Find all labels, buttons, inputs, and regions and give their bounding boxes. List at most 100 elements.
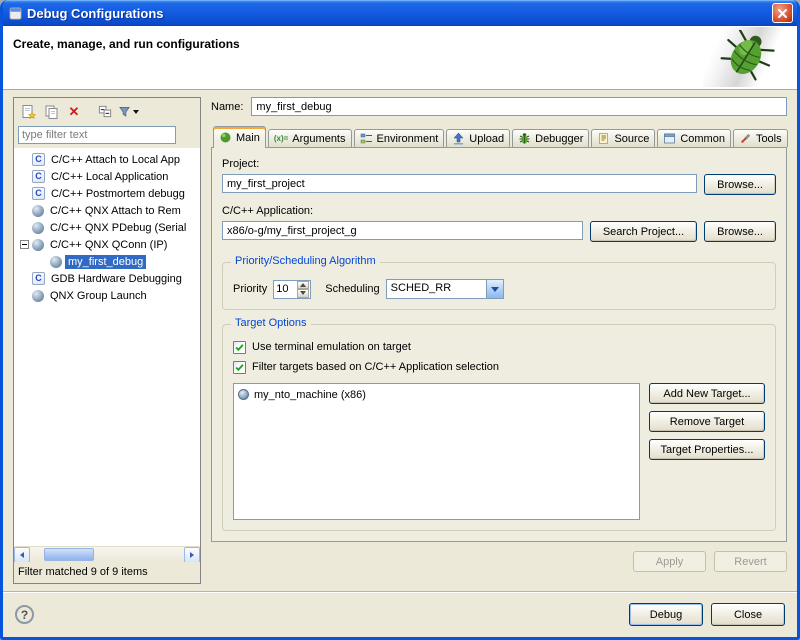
scheduling-combo[interactable]: SCHED_RR — [386, 279, 504, 299]
project-label: Project: — [222, 158, 776, 170]
chevron-down-icon — [491, 287, 499, 292]
tree-item-my-first-debug[interactable]: my_first_debug — [14, 253, 200, 270]
tree-item-local-application[interactable]: C/C++ Local Application — [14, 168, 200, 185]
debug-button[interactable]: Debug — [629, 603, 703, 626]
scheduling-value: SCHED_RR — [387, 280, 486, 298]
debug-configurations-dialog: Debug Configurations Create, manage, and… — [0, 0, 800, 640]
scroll-left-icon — [20, 552, 24, 558]
filter-status-text: Filter matched 9 of 9 items — [14, 562, 200, 583]
filter-input[interactable] — [18, 126, 176, 144]
collapse-expander-icon[interactable] — [20, 240, 29, 249]
tab-source[interactable]: Source — [591, 129, 655, 147]
add-new-target-button[interactable]: Add New Target... — [649, 383, 765, 404]
priority-label: Priority — [233, 283, 267, 295]
qnx-config-icon — [32, 205, 44, 217]
delete-configuration-button[interactable]: ✕ — [63, 101, 85, 122]
filter-targets-row: Filter targets based on C/C++ Applicatio… — [233, 357, 765, 377]
application-browse-button[interactable]: Browse... — [704, 221, 776, 242]
terminal-emulation-label: Use terminal emulation on target — [252, 341, 411, 353]
debugger-tab-icon — [518, 132, 531, 145]
qnx-config-icon — [32, 290, 44, 302]
priority-input[interactable] — [274, 281, 297, 298]
duplicate-configuration-button[interactable] — [40, 101, 62, 122]
target-list[interactable]: my_nto_machine (x86) — [233, 383, 640, 520]
project-browse-button[interactable]: Browse... — [704, 174, 776, 195]
target-list-item[interactable]: my_nto_machine (x86) — [236, 386, 637, 403]
priority-spinner — [273, 280, 311, 299]
apply-button: Apply — [633, 551, 706, 572]
tree-item-qnx-pdebug[interactable]: C/C++ QNX PDebug (Serial — [14, 219, 200, 236]
target-properties-button[interactable]: Target Properties... — [649, 439, 765, 460]
configurations-toolbar: ✕ — [14, 98, 200, 125]
combo-dropdown-button[interactable] — [486, 280, 503, 298]
header-banner: Create, manage, and run configurations — [3, 26, 797, 90]
tree-item-attach-local[interactable]: C/C++ Attach to Local App — [14, 151, 200, 168]
delete-icon: ✕ — [69, 105, 80, 118]
configuration-editor: Name: Main Arguments — [211, 97, 787, 584]
filter-launch-configurations-button[interactable] — [117, 101, 139, 122]
tab-debugger[interactable]: Debugger — [512, 129, 589, 147]
search-project-button[interactable]: Search Project... — [590, 221, 697, 242]
tools-tab-icon — [739, 132, 752, 145]
target-buttons: Add New Target... Remove Target Target P… — [649, 383, 765, 520]
help-button[interactable] — [15, 605, 34, 624]
tree-item-qnx-group-launch[interactable]: QNX Group Launch — [14, 287, 200, 304]
priority-scheduling-group: Priority/Scheduling Algorithm Priority S… — [222, 262, 776, 310]
spinner-down-button[interactable] — [297, 289, 309, 298]
configurations-panel: ✕ C/C++ Attach to Local App — [13, 97, 201, 584]
scheduling-label: Scheduling — [325, 283, 379, 295]
tab-environment[interactable]: Environment — [354, 129, 445, 147]
application-row: Search Project... Browse... — [222, 221, 776, 242]
project-row: Browse... — [222, 174, 776, 195]
environment-tab-icon — [360, 132, 373, 145]
tab-tools[interactable]: Tools — [733, 129, 788, 147]
c-config-icon — [32, 272, 45, 285]
qnx-config-icon — [32, 239, 44, 251]
revert-button: Revert — [714, 551, 787, 572]
main-tab-icon — [219, 131, 232, 144]
banner-title: Create, manage, and run configurations — [3, 26, 797, 51]
titlebar[interactable]: Debug Configurations — [3, 0, 797, 26]
name-row: Name: — [211, 97, 787, 116]
horizontal-scrollbar[interactable] — [14, 546, 200, 562]
dropdown-arrow-icon — [133, 110, 139, 114]
collapse-all-button[interactable] — [94, 101, 116, 122]
common-tab-icon — [663, 132, 676, 145]
dialog-footer: Debug Close — [3, 591, 797, 637]
tab-upload[interactable]: Upload — [446, 129, 510, 147]
terminal-emulation-checkbox[interactable] — [233, 341, 246, 354]
target-selection-row: my_nto_machine (x86) Add New Target... R… — [233, 383, 765, 520]
tab-arguments[interactable]: Arguments — [268, 129, 352, 147]
upload-tab-icon — [452, 132, 465, 145]
terminal-emulation-row: Use terminal emulation on target — [233, 337, 765, 357]
scrollbar-thumb[interactable] — [44, 548, 94, 561]
tree-item-gdb-hardware[interactable]: GDB Hardware Debugging — [14, 270, 200, 287]
name-input[interactable] — [251, 97, 787, 116]
tab-common[interactable]: Common — [657, 129, 731, 147]
close-button[interactable] — [772, 3, 793, 23]
main-tab-panel: Project: Browse... C/C++ Application: Se… — [211, 147, 787, 542]
new-configuration-button[interactable] — [17, 101, 39, 122]
application-input[interactable] — [222, 221, 583, 240]
filter-area — [14, 125, 200, 148]
priority-group-title: Priority/Scheduling Algorithm — [231, 255, 380, 267]
beetle-icon — [717, 30, 775, 84]
target-group-title: Target Options — [231, 317, 311, 329]
project-input[interactable] — [222, 174, 697, 193]
scroll-left-button[interactable] — [14, 547, 30, 563]
tree-item-qnx-attach-remote[interactable]: C/C++ QNX Attach to Rem — [14, 202, 200, 219]
c-config-icon — [32, 170, 45, 183]
scroll-right-button[interactable] — [184, 547, 200, 563]
tree-item-postmortem[interactable]: C/C++ Postmortem debugg — [14, 185, 200, 202]
filter-targets-checkbox[interactable] — [233, 361, 246, 374]
configurations-tree: C/C++ Attach to Local App C/C++ Local Ap… — [14, 148, 200, 546]
tree-item-qnx-qconn[interactable]: C/C++ QNX QConn (IP) — [14, 236, 200, 253]
dialog-body: ✕ C/C++ Attach to Local App — [3, 90, 797, 591]
remove-target-button[interactable]: Remove Target — [649, 411, 765, 432]
spinner-up-button[interactable] — [297, 281, 309, 290]
qnx-config-icon — [32, 222, 44, 234]
arguments-tab-icon — [274, 132, 288, 145]
tab-bar: Main Arguments Environment Upload — [211, 125, 787, 147]
tab-main[interactable]: Main — [213, 126, 266, 148]
close-dialog-button[interactable]: Close — [711, 603, 785, 626]
